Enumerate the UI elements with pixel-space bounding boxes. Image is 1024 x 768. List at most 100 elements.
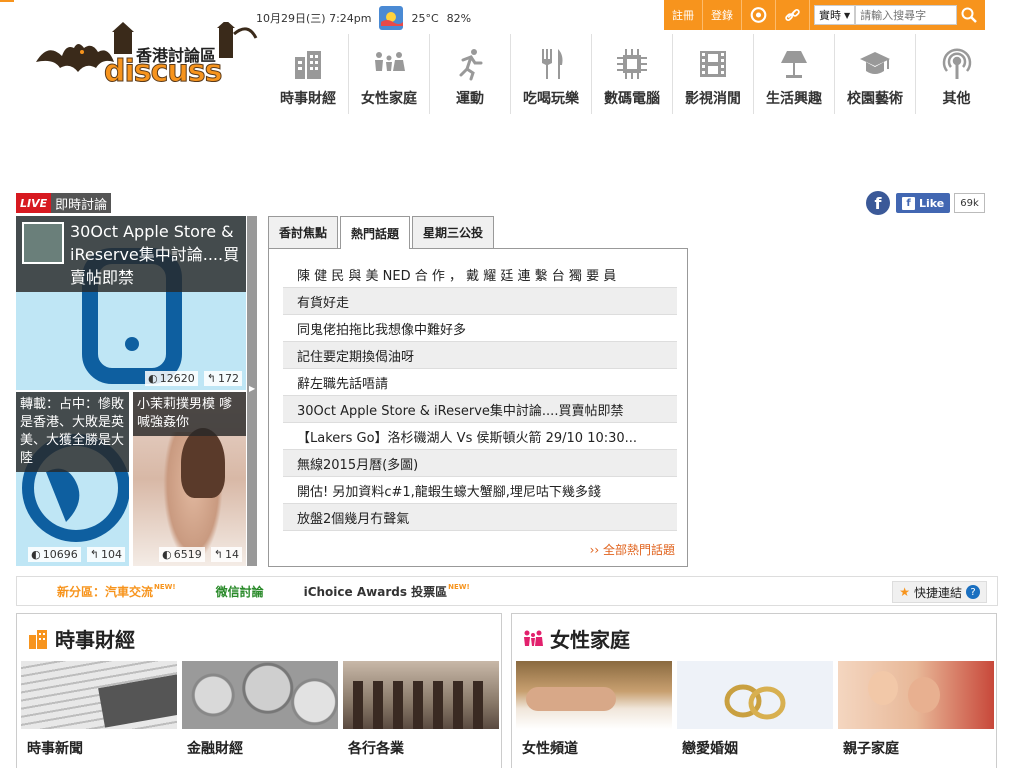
datetime-text: 10月29日(三) 7:24pm [256, 12, 372, 25]
featured-scrollbar[interactable]: ▶ [247, 216, 257, 566]
quick-links-button[interactable]: ★ 快捷連結 ? [892, 581, 987, 603]
featured-title: 30Oct Apple Store & iReserve集中討論....買賣帖即… [70, 222, 240, 287]
new-tag: NEW! [154, 582, 176, 591]
nav-label: 影視消閒 [685, 91, 741, 107]
nav-campus-arts[interactable]: 校園藝術 [835, 34, 916, 114]
rings-icon [724, 684, 786, 720]
thumb-label[interactable]: 女性頻道 [522, 738, 578, 758]
facebook-widget: f f Like 69k [866, 191, 985, 215]
like-label: Like [919, 196, 945, 210]
nav-label: 生活興趣 [766, 91, 822, 107]
new-tag: NEW! [448, 582, 470, 591]
thumb-rings[interactable] [677, 661, 833, 729]
all-hot-topics-link[interactable]: ›› 全部熱門話題 [283, 541, 677, 558]
nav-women-family[interactable]: 女性家庭 [349, 34, 430, 114]
topic-item[interactable]: 【Lakers Go】洛杉磯湖人 Vs 侯斯頓火箭 29/10 10:30... [283, 423, 677, 450]
nav-digital-computer[interactable]: 數碼電腦 [592, 34, 673, 114]
topic-item[interactable]: 辭左職先話唔請 [283, 369, 677, 396]
thumb-newspaper[interactable] [21, 661, 177, 729]
thumb-street[interactable] [343, 661, 499, 729]
tab-focus[interactable]: 香討焦點 [268, 216, 339, 248]
runner-icon [452, 46, 488, 82]
register-button[interactable]: 註冊 [664, 0, 703, 30]
login-button[interactable]: 登錄 [703, 0, 742, 30]
search-button[interactable] [957, 3, 981, 27]
search-input[interactable] [855, 5, 958, 25]
target-icon[interactable] [742, 0, 776, 30]
nav-label: 運動 [456, 91, 484, 107]
topic-item[interactable]: 有貨好走 [283, 288, 677, 315]
section-women-family: 女性家庭 女性頻道 戀愛婚姻 親子家庭 [511, 613, 997, 768]
quickbar-car-forum[interactable]: 新分區：汽車交流 NEW! [57, 583, 176, 600]
topic-item[interactable]: 陳 健 民 與 美 NED 合 作 ， 戴 耀 廷 連 繫 台 獨 要 員 [283, 261, 677, 288]
film-icon [695, 46, 731, 82]
facebook-icon[interactable]: f [866, 191, 890, 215]
family-icon [371, 46, 407, 82]
section-title-text: 時事財經 [55, 628, 135, 652]
featured-card-3[interactable]: 小茉莉撲男模 嗲喊強姦你 ◐ 6519 ↰ 14 [133, 392, 246, 566]
views-stat: ◐ 6519 [159, 547, 205, 562]
featured-card-2[interactable]: 轉載：占中：慘敗是香港、大敗是英美、大獲全勝是大陸 ◐ 10696 ↰ 104 [16, 392, 129, 566]
featured-title-overlay: 小茉莉撲男模 嗲喊強姦你 [133, 392, 246, 436]
topic-item[interactable]: 無線2015月曆(多圖) [283, 450, 677, 477]
main-navigation: 時事財經 女性家庭 運動 吃喝玩樂 數碼電腦 影視消閒 生活興趣 校園藝術 其他 [268, 34, 997, 114]
like-count: 69k [954, 193, 985, 213]
section-title[interactable]: 女性家庭 [522, 624, 630, 653]
featured-title: 轉載：占中：慘敗是香港、大敗是英美、大獲全勝是大陸 [20, 397, 125, 466]
topic-item[interactable]: 30Oct Apple Store & iReserve集中討論....買賣帖即… [283, 396, 677, 423]
live-badge: LIVE [16, 193, 52, 213]
topic-item[interactable]: 開估! 另加資料c#1,龍蝦生蠔大蟹腳,埋尼咕下幾多錢 [283, 477, 677, 504]
nav-label: 女性家庭 [361, 91, 417, 107]
nav-food-fun[interactable]: 吃喝玩樂 [511, 34, 592, 114]
nav-life-hobbies[interactable]: 生活興趣 [754, 34, 835, 114]
nav-others[interactable]: 其他 [916, 34, 997, 114]
replies-stat: ↰ 172 [203, 371, 242, 386]
featured-threads: 30Oct Apple Store & iReserve集中討論....買賣帖即… [16, 216, 246, 566]
humidity-text: 82% [446, 11, 472, 25]
tab-wednesday-vote[interactable]: 星期三公投 [412, 216, 495, 248]
thumb-label[interactable]: 時事新聞 [27, 738, 83, 758]
nav-media-leisure[interactable]: 影視消閒 [673, 34, 754, 114]
featured-title-overlay: 30Oct Apple Store & iReserve集中討論....買賣帖即… [16, 216, 246, 292]
topic-item[interactable]: 同鬼佬拍拖比我想像中難好多 [283, 315, 677, 342]
quickbar-wechat[interactable]: 微信討論 [216, 583, 264, 600]
family-icon [522, 628, 544, 650]
topic-item[interactable]: 記住要定期換偈油呀 [283, 342, 677, 369]
search-area: 實時 ▼ [810, 0, 985, 30]
site-logo[interactable]: 香港討論區 discuss [34, 22, 262, 104]
section-title-text: 女性家庭 [550, 628, 630, 652]
reply-icon: ↰ [89, 548, 99, 561]
search-mode-select[interactable]: 實時 ▼ [814, 5, 856, 25]
nav-label: 校園藝術 [847, 91, 903, 107]
lamp-icon [776, 46, 812, 82]
featured-title: 小茉莉撲男模 嗲喊強姦你 [137, 397, 233, 430]
live-label-text: 即時討論 [51, 193, 112, 213]
nav-news-finance[interactable]: 時事財經 [268, 34, 349, 114]
featured-card-1[interactable]: 30Oct Apple Store & iReserve集中討論....買賣帖即… [16, 216, 246, 390]
topic-item[interactable]: 放盤2個幾月冇聲氣 [283, 504, 677, 531]
quick-links-label: 快捷連結 [913, 585, 962, 600]
spa-person [526, 687, 616, 711]
link-icon[interactable] [776, 0, 810, 30]
thumb-label[interactable]: 各行各業 [348, 738, 404, 758]
topics-panel: 香討焦點 熱門話題 星期三公投 陳 健 民 與 美 NED 合 作 ， 戴 耀 … [268, 216, 688, 567]
nav-sports[interactable]: 運動 [430, 34, 511, 114]
thumb-label[interactable]: 親子家庭 [843, 738, 899, 758]
quickbar-ichoice[interactable]: iChoice Awards 投票區 NEW! [304, 583, 470, 600]
facebook-like-button[interactable]: f Like [896, 193, 951, 213]
thumb-spa[interactable] [516, 661, 672, 729]
help-icon: ? [966, 585, 980, 599]
broadcast-icon [939, 46, 975, 82]
thread-thumbnail [22, 222, 64, 264]
nav-label: 數碼電腦 [604, 91, 660, 107]
thumb-label[interactable]: 金融財經 [187, 738, 243, 758]
nav-label: 吃喝玩樂 [523, 91, 579, 107]
section-title[interactable]: 時事財經 [27, 624, 135, 653]
tab-hot-topics[interactable]: 熱門話題 [340, 216, 411, 249]
thumb-parent-child[interactable] [838, 661, 994, 729]
thumb-label[interactable]: 戀愛婚姻 [682, 738, 738, 758]
reply-icon: ↰ [206, 372, 216, 385]
replies-stat: ↰ 14 [210, 547, 242, 562]
arrow-right-icon: ▶ [249, 384, 256, 393]
thumb-coins[interactable] [182, 661, 338, 729]
